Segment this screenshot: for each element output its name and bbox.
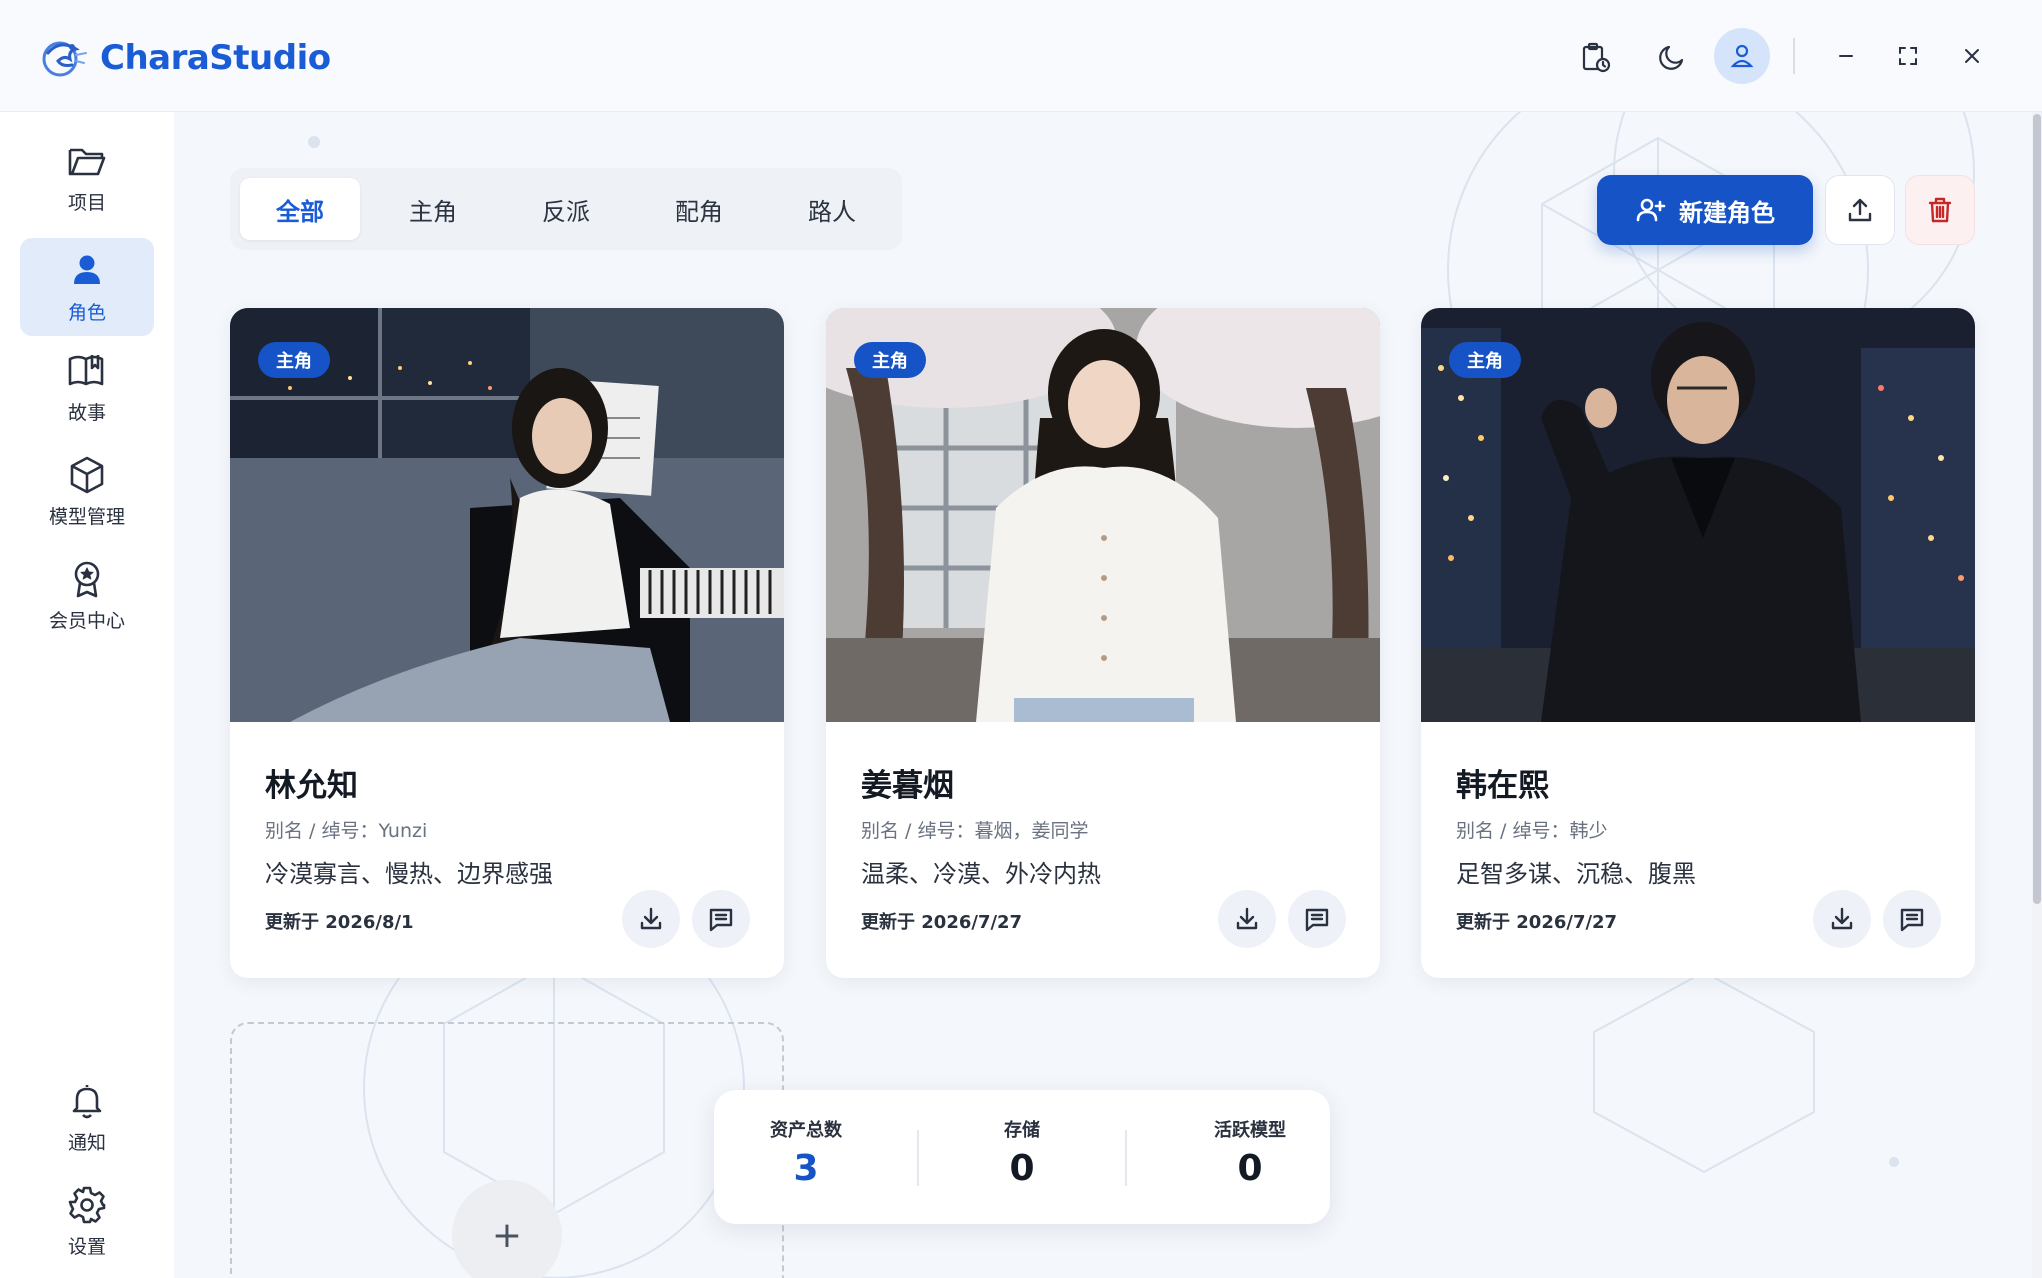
chat-button[interactable] bbox=[1883, 890, 1941, 948]
clipboard-clock-icon bbox=[1582, 42, 1611, 73]
character-card[interactable]: 主角 姜暮烟 别名 / 绰号：暮烟，姜同学 温柔、冷漠、外冷内热 更新于 202… bbox=[826, 308, 1380, 978]
tab-supporting[interactable]: 配角 bbox=[639, 178, 759, 240]
role-badge: 主角 bbox=[258, 342, 330, 378]
sidebar-item-projects[interactable]: 项目 bbox=[20, 128, 154, 226]
character-name: 韩在熙 bbox=[1456, 768, 1549, 804]
moon-icon bbox=[1659, 45, 1684, 70]
stat-label: 活跃模型 bbox=[1214, 1120, 1286, 1141]
sidebar-label: 角色 bbox=[67, 301, 106, 324]
plus-icon: + bbox=[491, 1214, 523, 1256]
sidebar-item-membership[interactable]: 会员中心 bbox=[20, 546, 154, 644]
delete-button[interactable] bbox=[1905, 175, 1975, 245]
sidebar-item-notifications[interactable]: 通知 bbox=[20, 1068, 154, 1166]
task-history-button[interactable] bbox=[1570, 32, 1620, 82]
title-bar: CharaStudio bbox=[0, 0, 2042, 112]
close-window-button[interactable] bbox=[1952, 36, 1992, 76]
maximize-button[interactable] bbox=[1888, 36, 1928, 76]
character-traits: 温柔、冷漠、外冷内热 bbox=[861, 860, 1101, 888]
chat-icon bbox=[1305, 908, 1329, 932]
titlebar-separator bbox=[1793, 38, 1795, 74]
download-icon bbox=[640, 907, 662, 930]
character-card[interactable]: 主角 林允知 别名 / 绰号：Yunzi 冷漠寡言、慢热、边界感强 更新于 20… bbox=[230, 308, 784, 978]
download-button[interactable] bbox=[1218, 890, 1276, 948]
character-alias: 别名 / 绰号：Yunzi bbox=[265, 820, 428, 842]
stat-value: 0 bbox=[1009, 1148, 1035, 1189]
character-traits: 冷漠寡言、慢热、边界感强 bbox=[265, 860, 553, 888]
sidebar-label: 模型管理 bbox=[48, 505, 125, 528]
character-card[interactable]: 主角 韩在熙 别名 / 绰号：韩少 足智多谋、沉稳、腹黑 更新于 2026/7/… bbox=[1421, 308, 1975, 978]
add-user-icon bbox=[1636, 198, 1666, 222]
gear-icon bbox=[68, 1186, 106, 1223]
sidebar-label: 项目 bbox=[67, 191, 106, 214]
updated-date: 更新于 2026/8/1 bbox=[265, 912, 414, 933]
sidebar-item-settings[interactable]: 设置 bbox=[20, 1172, 154, 1270]
import-button[interactable] bbox=[1825, 175, 1895, 245]
character-name: 林允知 bbox=[265, 768, 358, 804]
sidebar-item-characters[interactable]: 角色 bbox=[20, 238, 154, 336]
theme-toggle-button[interactable] bbox=[1647, 32, 1697, 82]
stats-panel: 资产总数 3 存储 0 活跃模型 0 bbox=[714, 1090, 1330, 1224]
sidebar-label: 通知 bbox=[67, 1131, 106, 1154]
stat-divider bbox=[1125, 1130, 1127, 1186]
stat-total-assets: 资产总数 3 bbox=[716, 1116, 896, 1189]
download-button[interactable] bbox=[1813, 890, 1871, 948]
tab-all[interactable]: 全部 bbox=[240, 178, 360, 240]
stat-active-models: 活跃模型 0 bbox=[1160, 1116, 1340, 1189]
cube-icon bbox=[70, 456, 104, 493]
stat-value: 3 bbox=[793, 1148, 819, 1189]
stat-label: 存储 bbox=[1004, 1120, 1040, 1141]
download-icon bbox=[1236, 907, 1258, 930]
tab-protagonist[interactable]: 主角 bbox=[373, 178, 493, 240]
stat-divider bbox=[917, 1130, 919, 1186]
chat-icon bbox=[709, 908, 733, 932]
folder-icon bbox=[68, 148, 106, 175]
app-name: CharaStudio bbox=[100, 38, 331, 78]
user-avatar-button[interactable] bbox=[1714, 28, 1770, 84]
category-tabs: 全部 主角 反派 配角 路人 bbox=[230, 168, 902, 250]
sidebar-item-models[interactable]: 模型管理 bbox=[20, 442, 154, 540]
trash-icon bbox=[1928, 197, 1952, 223]
role-badge: 主角 bbox=[1449, 342, 1521, 378]
new-character-label: 新建角色 bbox=[1679, 198, 1775, 227]
tab-villain[interactable]: 反派 bbox=[506, 178, 626, 240]
sidebar-item-stories[interactable]: 故事 bbox=[20, 338, 154, 436]
person-icon bbox=[74, 255, 100, 284]
minimize-icon bbox=[1839, 55, 1853, 57]
brand[interactable]: CharaStudio bbox=[38, 34, 331, 82]
stat-value: 0 bbox=[1237, 1148, 1263, 1189]
user-icon bbox=[1730, 44, 1754, 68]
sidebar: 项目 角色 故事 模型管理 会员中心 通知 设置 bbox=[0, 112, 174, 1278]
sidebar-label: 故事 bbox=[67, 401, 106, 424]
tab-extra[interactable]: 路人 bbox=[772, 178, 892, 240]
chat-button[interactable] bbox=[1288, 890, 1346, 948]
new-character-button[interactable]: 新建角色 bbox=[1597, 175, 1813, 245]
download-icon bbox=[1831, 907, 1853, 930]
download-button[interactable] bbox=[622, 890, 680, 948]
chat-icon bbox=[1900, 908, 1924, 932]
updated-date: 更新于 2026/7/27 bbox=[1456, 912, 1618, 933]
close-icon bbox=[1965, 49, 1979, 63]
role-badge: 主角 bbox=[854, 342, 926, 378]
character-name: 姜暮烟 bbox=[861, 768, 954, 804]
updated-date: 更新于 2026/7/27 bbox=[861, 912, 1023, 933]
book-icon bbox=[68, 354, 104, 385]
badge-icon bbox=[74, 561, 100, 597]
minimize-button[interactable] bbox=[1826, 36, 1866, 76]
maximize-icon bbox=[1899, 47, 1917, 65]
upload-icon bbox=[1848, 198, 1872, 222]
sidebar-label: 会员中心 bbox=[48, 609, 125, 632]
dragon-logo-icon bbox=[42, 41, 87, 77]
sidebar-label: 设置 bbox=[67, 1235, 106, 1258]
character-alias: 别名 / 绰号：韩少 bbox=[1456, 820, 1608, 842]
stat-label: 资产总数 bbox=[770, 1120, 842, 1141]
bell-icon bbox=[72, 1084, 102, 1118]
scrollbar-thumb[interactable] bbox=[2033, 114, 2041, 904]
character-traits: 足智多谋、沉稳、腹黑 bbox=[1456, 860, 1696, 888]
chat-button[interactable] bbox=[692, 890, 750, 948]
character-alias: 别名 / 绰号：暮烟，姜同学 bbox=[861, 820, 1089, 842]
stat-storage: 存储 0 bbox=[932, 1116, 1112, 1189]
